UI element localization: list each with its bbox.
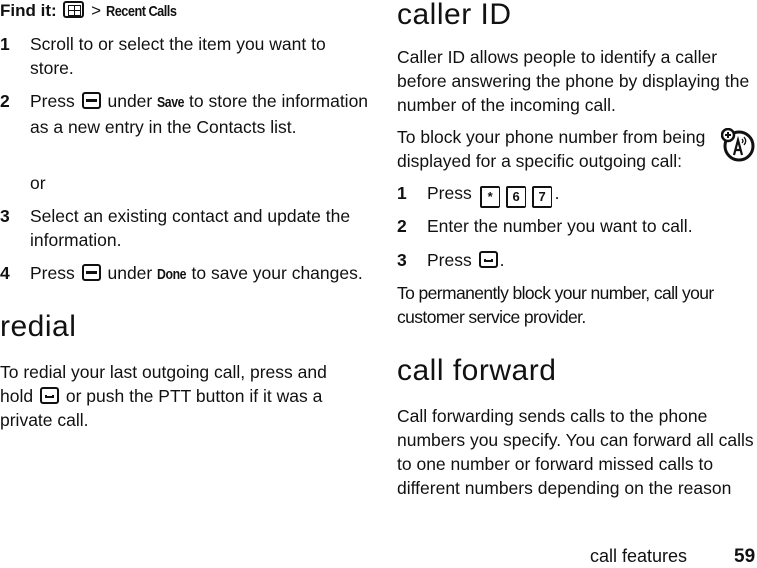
step-text-pre: Press xyxy=(30,263,75,283)
step-text: Press * 6 7. xyxy=(427,181,757,208)
menu-key-icon xyxy=(63,1,85,18)
find-it-path-item: Recent Calls xyxy=(105,3,177,20)
path-separator: > xyxy=(91,1,102,20)
step-text: Scroll to or select the item you want to… xyxy=(30,34,326,78)
page-number: 59 xyxy=(734,546,756,567)
step-text-post: to store the information as a new entry … xyxy=(30,91,369,137)
soft-key-icon xyxy=(81,264,101,281)
find-it-path: Find it: > Recent Calls xyxy=(0,0,189,23)
step-text-post: . xyxy=(554,183,560,203)
step-text: Enter the number you want to call. xyxy=(427,216,693,236)
send-key-icon xyxy=(478,251,498,268)
step-text-post: . xyxy=(499,250,505,270)
footer-section-label: call features xyxy=(590,546,688,566)
step-number: 3 xyxy=(0,206,10,226)
step-text-pre: Press xyxy=(30,91,75,111)
step-text-pre: Press xyxy=(427,183,472,203)
step-text: Press under Save to store the informatio… xyxy=(30,89,370,139)
star-key-icon: * xyxy=(479,186,500,208)
key-label-save: Save xyxy=(157,94,185,111)
step-text-post: to save your changes. xyxy=(191,263,363,283)
step-number: 3 xyxy=(397,250,407,270)
step-text: Press . xyxy=(427,248,757,272)
permanent-block-text: To permanently block your number, call y… xyxy=(397,283,714,327)
find-it-label: Find it: xyxy=(0,1,57,20)
call-forward-text: Call forwarding sends calls to the phone… xyxy=(397,406,754,498)
seven-key-icon: 7 xyxy=(531,186,552,208)
call-forward-heading: call forward xyxy=(397,354,557,387)
step-text: Press under Done to save your changes. xyxy=(30,261,375,287)
step-number: 4 xyxy=(0,263,10,283)
caller-id-intro: Caller ID allows people to identify a ca… xyxy=(397,47,750,115)
step-text: Select an existing contact and update th… xyxy=(30,206,351,250)
step-number: 1 xyxy=(0,34,10,54)
step-text-mid: under xyxy=(107,263,153,283)
step-text-mid: under xyxy=(107,91,153,111)
redial-heading: redial xyxy=(0,310,77,343)
network-feature-icon xyxy=(721,128,755,162)
send-key-icon xyxy=(39,387,59,404)
soft-key-icon xyxy=(81,92,101,109)
block-intro: To block your phone number from being di… xyxy=(397,127,706,171)
caller-id-heading: caller ID xyxy=(397,0,512,31)
key-label-done: Done xyxy=(157,266,187,283)
redial-text: To redial your last outgoing call, press… xyxy=(0,360,340,432)
six-key-icon: 6 xyxy=(505,186,526,208)
step-number: 1 xyxy=(397,183,407,203)
step-number: 2 xyxy=(397,216,407,236)
step-text-pre: Press xyxy=(427,250,472,270)
or-text: or xyxy=(30,173,46,193)
step-number: 2 xyxy=(0,91,10,111)
